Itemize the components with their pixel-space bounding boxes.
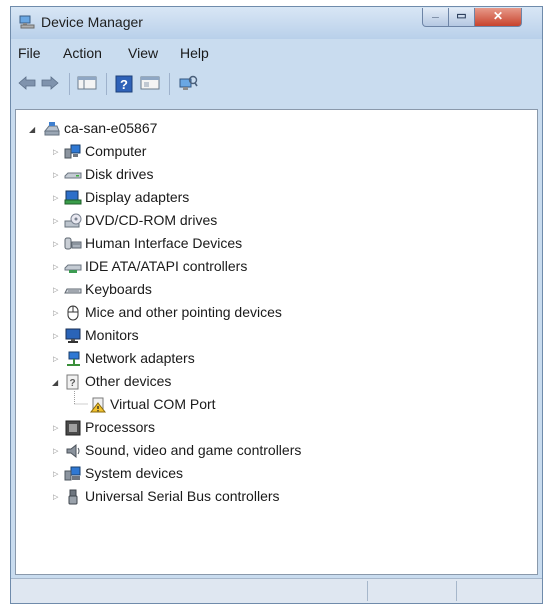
expand-arrow-icon[interactable]: ▷ xyxy=(53,171,58,179)
usb-icon xyxy=(68,489,78,505)
expand-arrow-icon[interactable]: ▷ xyxy=(53,470,58,478)
status-divider xyxy=(367,581,368,601)
menu-view[interactable]: View xyxy=(128,45,158,61)
toolbar-separator xyxy=(106,73,107,95)
warning-device-icon xyxy=(89,397,107,413)
menu-bar: File Action View Help xyxy=(11,42,542,64)
tree-item-sound-video-and-game-controllers[interactable]: ▷ Sound, video and game controllers xyxy=(16,440,537,462)
expand-arrow-icon[interactable]: ▷ xyxy=(53,286,58,294)
tree-item-human-interface-devices[interactable]: ▷ Human Interface Devices xyxy=(16,233,537,255)
mouse-icon xyxy=(67,305,79,321)
menu-action[interactable]: Action xyxy=(63,45,102,61)
show-hide-console-tree-icon[interactable] xyxy=(77,75,97,91)
expand-arrow-icon[interactable]: ▷ xyxy=(53,194,58,202)
tree-item-other-devices[interactable]: ◢ ? Other devices xyxy=(16,371,537,393)
tree-item-system-devices[interactable]: ▷ System devices xyxy=(16,463,537,485)
tree-item-label: DVD/CD-ROM drives xyxy=(85,212,218,228)
collapse-arrow-icon[interactable]: ◢ xyxy=(52,378,58,387)
help-icon[interactable]: ? xyxy=(115,75,133,93)
status-divider xyxy=(456,581,457,601)
close-button[interactable]: ✕ xyxy=(474,8,522,27)
network-adapter-icon xyxy=(67,351,80,366)
back-arrow-icon[interactable] xyxy=(17,75,37,91)
expand-arrow-icon[interactable]: ▷ xyxy=(53,148,58,156)
device-manager-icon xyxy=(19,15,35,29)
monitor-icon xyxy=(65,328,81,343)
properties-icon[interactable] xyxy=(140,75,160,91)
tree-item-monitors[interactable]: ▷ Monitors xyxy=(16,325,537,347)
expand-arrow-icon[interactable]: ▷ xyxy=(53,263,58,271)
computer-root-icon xyxy=(43,122,60,136)
tree-item-virtual-com-port[interactable]: Virtual COM Port xyxy=(16,394,537,416)
close-icon: ✕ xyxy=(492,9,504,23)
tree-item-label: Monitors xyxy=(85,327,139,343)
toolbar-separator xyxy=(169,73,170,95)
expand-arrow-icon[interactable]: ▷ xyxy=(53,332,58,340)
expand-arrow-icon[interactable]: ▷ xyxy=(53,309,58,317)
device-tree-pane[interactable]: ◢ ca-san-e05867 ▷ Computer ▷ Disk drives… xyxy=(15,109,538,575)
tree-item-label: Human Interface Devices xyxy=(85,235,243,251)
maximize-button[interactable]: ▭ xyxy=(448,8,475,27)
tree-root[interactable]: ◢ ca-san-e05867 xyxy=(16,118,537,140)
forward-arrow-icon[interactable] xyxy=(40,75,60,91)
computer-icon xyxy=(64,144,81,159)
tree-item-ide-ata-atapi-controllers[interactable]: ▷ IDE ATA/ATAPI controllers xyxy=(16,256,537,278)
tree-item-label: Sound, video and game controllers xyxy=(85,442,302,458)
window-title: Device Manager xyxy=(41,14,143,30)
expand-arrow-icon[interactable]: ▷ xyxy=(53,493,58,501)
keyboard-icon xyxy=(64,288,82,294)
toolbar: ? xyxy=(11,69,542,97)
ide-controller-icon xyxy=(64,264,82,273)
sound-icon xyxy=(66,443,80,459)
collapse-arrow-icon[interactable]: ◢ xyxy=(29,125,35,134)
tree-item-dvd-cd-rom-drives[interactable]: ▷ DVD/CD-ROM drives xyxy=(16,210,537,232)
expand-arrow-icon[interactable]: ▷ xyxy=(53,217,58,225)
toolbar-separator xyxy=(69,73,70,95)
scan-hardware-icon[interactable] xyxy=(178,75,198,93)
dvd-drive-icon xyxy=(64,213,82,228)
status-bar xyxy=(11,578,542,603)
tree-item-computer[interactable]: ▷ Computer xyxy=(16,141,537,163)
tree-item-display-adapters[interactable]: ▷ Display adapters xyxy=(16,187,537,209)
display-adapter-icon xyxy=(64,190,82,205)
tree-item-label: Disk drives xyxy=(85,166,154,182)
expand-arrow-icon[interactable]: ▷ xyxy=(53,355,58,363)
processor-icon xyxy=(65,420,81,436)
tree-item-label: Virtual COM Port xyxy=(110,396,216,412)
expand-arrow-icon[interactable]: ▷ xyxy=(53,424,58,432)
root-label: ca-san-e05867 xyxy=(64,120,158,136)
minimize-button[interactable]: _ xyxy=(422,5,449,27)
tree-item-label: Network adapters xyxy=(85,350,195,366)
tree-item-mice-and-other-pointing-devices[interactable]: ▷ Mice and other pointing devices xyxy=(16,302,537,324)
tree-item-universal-serial-bus-controllers[interactable]: ▷ Universal Serial Bus controllers xyxy=(16,486,537,508)
maximize-icon: ▭ xyxy=(456,10,467,22)
menu-file[interactable]: File xyxy=(18,45,41,61)
tree-item-label: IDE ATA/ATAPI controllers xyxy=(85,258,248,274)
disk-drive-icon xyxy=(64,172,82,179)
tree-item-label: Keyboards xyxy=(85,281,152,297)
tree-item-label: Mice and other pointing devices xyxy=(85,304,282,320)
expand-arrow-icon[interactable]: ▷ xyxy=(53,240,58,248)
tree-item-disk-drives[interactable]: ▷ Disk drives xyxy=(16,164,537,186)
tree-item-label: Other devices xyxy=(85,373,172,389)
tree-item-label: System devices xyxy=(85,465,184,481)
title-bar[interactable]: Device Manager _ ▭ ✕ xyxy=(11,5,542,39)
device-manager-window: Device Manager _ ▭ ✕ File Action View He… xyxy=(10,5,543,604)
svg-text:?: ? xyxy=(69,378,75,389)
hid-icon xyxy=(64,237,82,250)
tree-item-keyboards[interactable]: ▷ Keyboards xyxy=(16,279,537,301)
system-device-icon xyxy=(64,466,81,481)
expand-arrow-icon[interactable]: ▷ xyxy=(53,447,58,455)
tree-item-label: Computer xyxy=(85,143,147,159)
tree-item-processors[interactable]: ▷ Processors xyxy=(16,417,537,439)
tree-item-network-adapters[interactable]: ▷ Network adapters xyxy=(16,348,537,370)
menu-help[interactable]: Help xyxy=(180,45,209,61)
minimize-icon: _ xyxy=(432,5,439,19)
other-devices-icon: ? xyxy=(66,374,79,390)
tree-item-label: Processors xyxy=(85,419,156,435)
tree-item-label: Display adapters xyxy=(85,189,190,205)
svg-text:?: ? xyxy=(120,77,128,92)
tree-item-label: Universal Serial Bus controllers xyxy=(85,488,280,504)
